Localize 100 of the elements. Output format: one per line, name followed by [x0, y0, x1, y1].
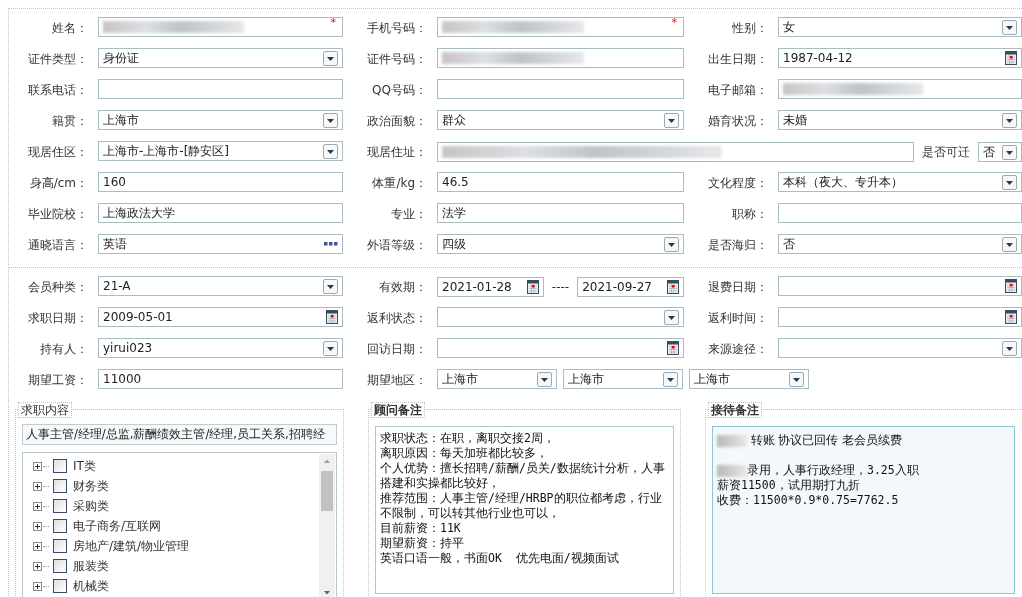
note-line: 转账 协议已回传 老会员续费 — [749, 433, 902, 448]
text-field[interactable] — [778, 203, 1022, 223]
field-label: QQ号码： — [371, 82, 428, 99]
field-label: 退费日期： — [707, 279, 769, 296]
field-label: 期望地区： — [366, 372, 428, 389]
select-field[interactable]: 上海市 — [437, 369, 557, 389]
calendar-icon[interactable] — [667, 341, 679, 355]
calendar-icon[interactable] — [326, 310, 338, 324]
note-line: 离职原因：每天加班都比较多， — [380, 446, 549, 461]
calendar-icon[interactable] — [1005, 310, 1017, 324]
checkbox[interactable] — [53, 539, 67, 553]
field-label: 婚育状况： — [707, 113, 769, 130]
select-field[interactable] — [437, 307, 684, 327]
field-label: 持有人： — [39, 341, 89, 358]
select-field[interactable]: yirui023 — [98, 338, 343, 358]
field-label: ---- — [550, 279, 571, 296]
text-field[interactable]: 46.5 — [437, 172, 684, 192]
note-line: 薪资11500，试用期打九折 — [717, 478, 860, 493]
checkbox[interactable] — [53, 459, 67, 473]
note-line: 个人优势：擅长招聘/薪酬/员关/数据统计分析，人事搭建和实操都比较好， — [380, 461, 666, 491]
tree-item[interactable]: 房地产/建筑/物业管理 — [73, 537, 190, 555]
text-field[interactable]: 上海政法大学 — [98, 203, 343, 223]
lookup-field[interactable]: 英语 — [98, 234, 343, 254]
select-field[interactable] — [778, 338, 1022, 358]
calendar-icon[interactable] — [526, 280, 539, 294]
select-field[interactable]: 女 — [778, 17, 1022, 37]
calendar-icon[interactable] — [1005, 279, 1017, 293]
field-label: 毕业院校： — [27, 206, 89, 223]
notes-field[interactable]: 转账 协议已回传 老会员续费 录用，人事行政经理，3.25入职 薪资11500，试用期打九折 收费：11500*0.9*0.75=7762.5 — [712, 426, 1015, 594]
blurred-text — [717, 464, 747, 477]
expand-icon[interactable] — [33, 521, 42, 531]
text-field[interactable] — [437, 48, 684, 68]
select-field[interactable]: 群众 — [437, 110, 684, 130]
select-field[interactable]: 四级 — [437, 234, 684, 254]
date-field[interactable] — [778, 307, 1022, 327]
select-field[interactable]: 上海市 — [98, 110, 343, 130]
text-field[interactable]: 人事主管/经理/总监,薪酬绩效主管/经理,员工关系,招聘经 — [22, 424, 337, 445]
note-line: 录用，人事行政经理，3.25入职 — [747, 463, 919, 478]
select-field[interactable]: 否 — [778, 234, 1022, 254]
select-field[interactable]: 21-A — [98, 276, 343, 296]
select-field[interactable]: 上海市 — [689, 369, 809, 389]
field-label: 是否海归： — [707, 237, 769, 254]
text-field[interactable]: 法学 — [437, 203, 684, 223]
field-label: 返利状态： — [366, 310, 428, 327]
text-field[interactable] — [778, 79, 1022, 99]
text-field[interactable]: 160 — [98, 172, 343, 192]
tree-item[interactable]: 财务类 — [73, 477, 109, 495]
text-field[interactable] — [437, 79, 684, 99]
select-field[interactable]: 否 — [978, 142, 1022, 162]
date-field[interactable]: 2021-01-28 — [437, 277, 544, 297]
text-field[interactable]: 11000 — [98, 369, 343, 389]
text-field[interactable]: * — [98, 17, 343, 37]
scrollbar-drawing[interactable] — [319, 454, 335, 597]
text-field[interactable]: * — [437, 17, 684, 37]
select-field[interactable]: 本科（夜大、专升本） — [778, 172, 1022, 192]
expand-icon[interactable] — [33, 581, 42, 591]
field-label: 会员种类： — [27, 279, 89, 296]
calendar-icon[interactable] — [1005, 51, 1017, 65]
tree-item[interactable]: 电子商务/互联网 — [73, 517, 162, 535]
date-field[interactable] — [437, 338, 684, 358]
expand-icon[interactable] — [33, 481, 42, 491]
panel-legend: 顾问备注 — [371, 402, 425, 418]
field-label: 手机号码： — [366, 20, 428, 37]
checkbox[interactable] — [53, 559, 67, 573]
expand-icon[interactable] — [33, 541, 42, 551]
field-label: 证件类型： — [27, 51, 89, 68]
select-field[interactable]: 未婚 — [778, 110, 1022, 130]
tree-item[interactable]: IT类 — [73, 457, 96, 475]
field-label: 来源途径： — [707, 341, 769, 358]
expand-icon[interactable] — [33, 561, 42, 571]
date-field[interactable]: 2021-09-27 — [577, 277, 684, 297]
field-label: 有效期： — [378, 279, 428, 296]
more-icon[interactable] — [324, 242, 338, 246]
date-field[interactable]: 2009-05-01 — [98, 307, 343, 327]
text-field[interactable] — [437, 142, 914, 162]
checkbox[interactable] — [53, 519, 67, 533]
panel-legend: 求职内容 — [18, 402, 72, 418]
notes-field[interactable]: 求职状态：在职，离职交接2周， 离职原因：每天加班都比较多， 个人优势：擅长招聘/薪酬/员关/数据统计分析，人事搭建和实操都比较好， 推荐范围：人事主管/经理/HRBP的职位都考虑，行业不限制，可以转其他行业也可以， 目前薪资：11K 期望薪资：持平 英语口语一般，书面OK 优先电面/视频面试 — [375, 426, 674, 594]
checkbox[interactable] — [53, 579, 67, 593]
date-field[interactable] — [778, 276, 1022, 296]
date-field[interactable]: 1987-04-12 — [778, 48, 1022, 68]
field-label: 证件号码： — [366, 51, 428, 68]
tree-item[interactable]: 采购类 — [73, 497, 109, 515]
field-label: 回访日期： — [366, 341, 428, 358]
tree-item[interactable]: 服装类 — [73, 557, 109, 575]
checkbox[interactable] — [53, 479, 67, 493]
field-label: 职称： — [731, 206, 769, 223]
select-field[interactable]: 身份证 — [98, 48, 343, 68]
tree-item[interactable]: 机械类 — [73, 577, 109, 595]
expand-icon[interactable] — [33, 501, 42, 511]
select-field[interactable]: 上海市 — [563, 369, 683, 389]
field-label: 联系电话： — [27, 82, 89, 99]
field-label: 期望工资： — [27, 372, 89, 389]
select-field[interactable]: 上海市-上海市-[静安区] — [98, 141, 343, 161]
note-line: 英语口语一般，书面OK 优先电面/视频面试 — [380, 551, 620, 566]
calendar-icon[interactable] — [667, 280, 679, 294]
expand-icon[interactable] — [33, 461, 42, 471]
checkbox[interactable] — [53, 499, 67, 513]
field-label: 通晓语言： — [27, 237, 89, 254]
text-field[interactable] — [98, 79, 343, 99]
